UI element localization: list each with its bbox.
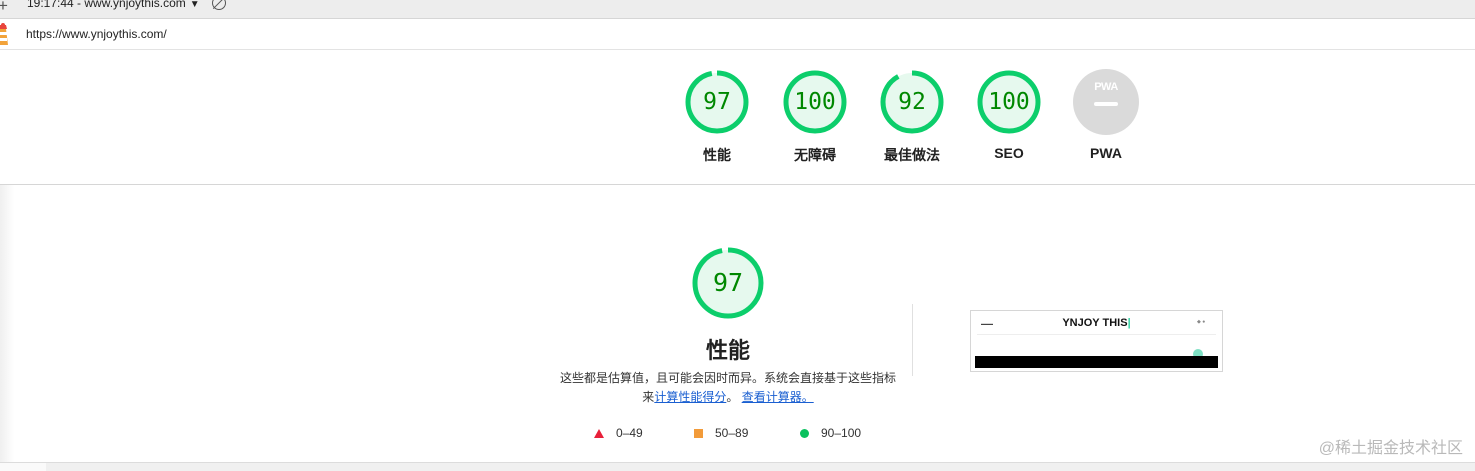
- watermark: @稀土掘金技术社区: [1318, 440, 1463, 457]
- pwa-bar-icon: [1094, 102, 1118, 106]
- thumb-separator: [977, 334, 1216, 335]
- thumb-site-title: YNJOY THIS|: [971, 317, 1222, 329]
- pwa-badge-text: PWA: [1094, 81, 1118, 93]
- gauge-label: 无障碍: [794, 147, 836, 163]
- legend-fail: 0–49: [594, 426, 643, 440]
- performance-gauge: 97: [691, 246, 765, 320]
- gauge-score: 97: [703, 89, 731, 115]
- report-url[interactable]: https://www.ynjoythis.com/: [26, 27, 167, 41]
- calculator-link[interactable]: 查看计算器。: [742, 390, 814, 404]
- thumb-toolbar-icon: ◆ ●: [1197, 319, 1206, 325]
- performance-description: 这些都是估算值，且可能会因时而异。系统会直接基于这些指标来计算性能得分。 查看计…: [560, 369, 896, 407]
- circle-icon: [800, 429, 809, 439]
- legend-pass: 90–100: [800, 426, 861, 440]
- gauge-label: SEO: [994, 145, 1024, 161]
- description-separator: 。: [726, 390, 739, 404]
- gauge-score: 100: [794, 89, 836, 115]
- thumb-black-band: [975, 356, 1218, 368]
- performance-score: 97: [712, 268, 744, 297]
- report-selector-label: 19:17:44 - www.ynjoythis.com: [27, 0, 186, 10]
- legend-range: 50–89: [715, 426, 749, 440]
- legend-range: 90–100: [821, 426, 862, 440]
- performance-title: 性能: [705, 338, 750, 363]
- gauge-score: 92: [898, 89, 926, 115]
- section-divider: [0, 184, 1475, 185]
- gauge-best-practices[interactable]: 92 最佳做法: [867, 69, 957, 165]
- gauge-score: 100: [988, 89, 1030, 115]
- thumb-site-title-text: YNJOY THIS: [1062, 317, 1128, 329]
- lighthouse-icon: [0, 22, 12, 51]
- gauge-performance[interactable]: 97 性能: [672, 69, 762, 165]
- legend-average: 50–89: [694, 426, 748, 440]
- block-icon[interactable]: [212, 0, 226, 10]
- thumb-title-accent: |: [1127, 317, 1131, 329]
- calc-score-link[interactable]: 计算性能得分: [654, 390, 726, 404]
- pwa-badge-icon: PWA: [1073, 69, 1139, 135]
- plus-icon[interactable]: +: [0, 0, 8, 16]
- report-tab-bar: + 19:17:44 - www.ynjoythis.com ▼: [0, 0, 1475, 19]
- legend-range: 0–49: [616, 426, 643, 440]
- left-shadow: [0, 185, 14, 465]
- final-screenshot[interactable]: ▬▬▬ YNJOY THIS| ◆ ●: [970, 310, 1223, 372]
- chevron-down-icon: ▼: [189, 0, 200, 10]
- report-selector[interactable]: 19:17:44 - www.ynjoythis.com ▼: [27, 0, 200, 10]
- vertical-divider: [912, 304, 913, 376]
- gauge-label: 最佳做法: [884, 147, 940, 163]
- gauge-label: 性能: [703, 147, 731, 163]
- gauge-seo[interactable]: 100 SEO: [964, 69, 1054, 161]
- gauge-label: PWA: [1090, 145, 1122, 161]
- gauge-pwa[interactable]: PWA PWA: [1061, 69, 1151, 161]
- triangle-icon: [594, 429, 604, 439]
- url-bar: https://www.ynjoythis.com/: [0, 19, 1475, 50]
- gauge-accessibility[interactable]: 100 无障碍: [770, 69, 860, 165]
- square-icon: [694, 429, 703, 439]
